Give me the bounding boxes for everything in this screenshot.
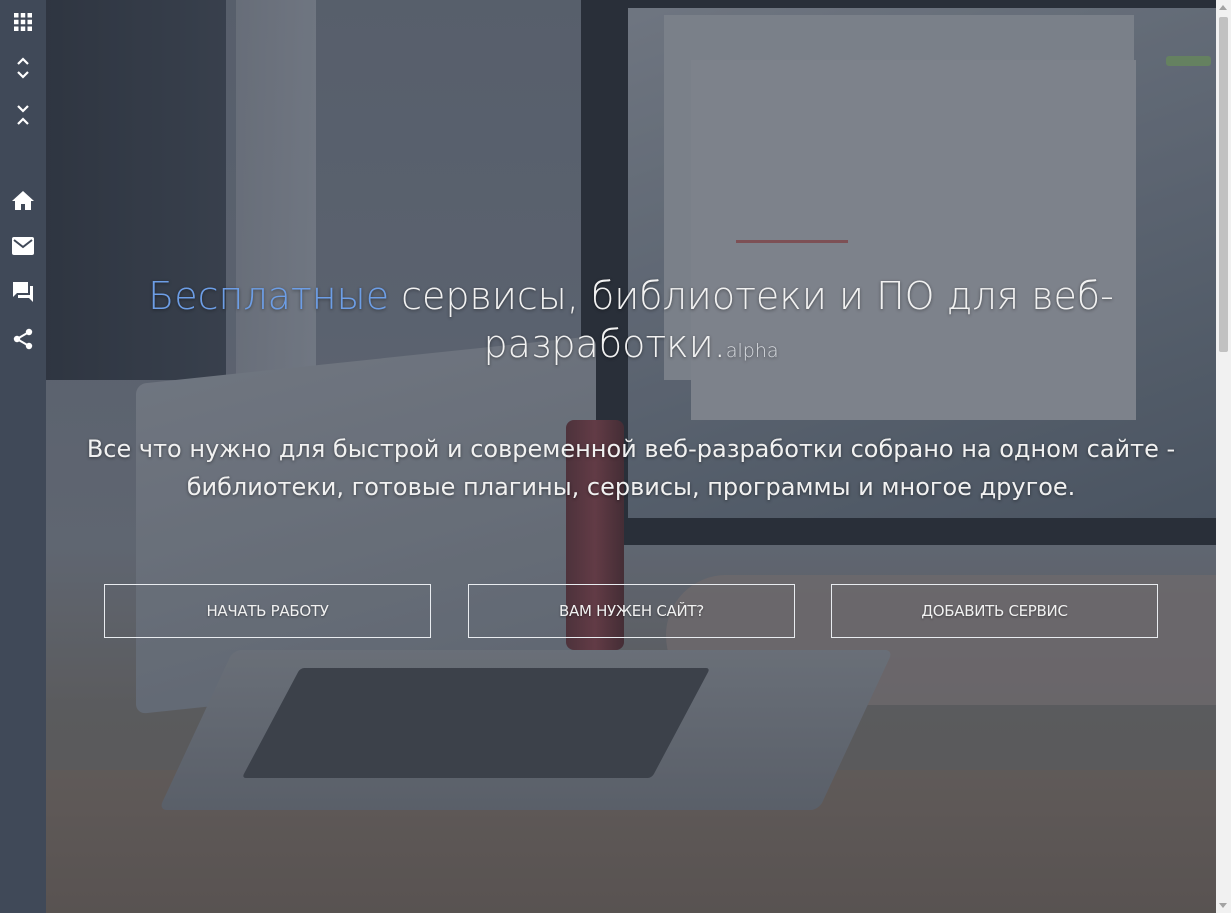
hero-section: Бесплатные сервисы, библиотеки и ПО для … [46, 0, 1216, 913]
hero-title-accent: Бесплатные [148, 274, 390, 318]
mail-button[interactable] [0, 226, 46, 266]
apps-menu-button[interactable] [0, 2, 46, 42]
scroll-down-arrow-icon[interactable] [1219, 903, 1227, 908]
scrollbar[interactable] [1216, 0, 1231, 913]
scroll-up-arrow-icon[interactable] [1219, 5, 1227, 10]
sidebar [0, 0, 46, 913]
collapse-icon [17, 105, 29, 125]
feedback-button[interactable] [0, 272, 46, 312]
hero-subtitle: Все что нужно для быстрой и современной … [86, 435, 1176, 501]
collapse-button[interactable] [0, 95, 46, 135]
home-button[interactable] [0, 180, 46, 220]
apps-grid-icon [14, 13, 32, 31]
expand-button[interactable] [0, 48, 46, 88]
hero-title-tag: alpha [725, 340, 779, 362]
home-icon [12, 191, 34, 210]
add-service-button[interactable]: ДОБАВИТЬ СЕРВИС [831, 584, 1158, 638]
hero-title: Бесплатные сервисы, библиотеки и ПО для … [46, 272, 1216, 375]
share-icon [13, 328, 33, 350]
need-site-button[interactable]: ВАМ НУЖЕН САЙТ? [468, 584, 795, 638]
expand-icon [17, 57, 29, 79]
chat-icon [13, 282, 33, 302]
start-button[interactable]: НАЧАТЬ РАБОТУ [104, 584, 431, 638]
mail-icon [12, 237, 34, 255]
scroll-thumb[interactable] [1219, 17, 1228, 352]
share-button[interactable] [0, 319, 46, 359]
